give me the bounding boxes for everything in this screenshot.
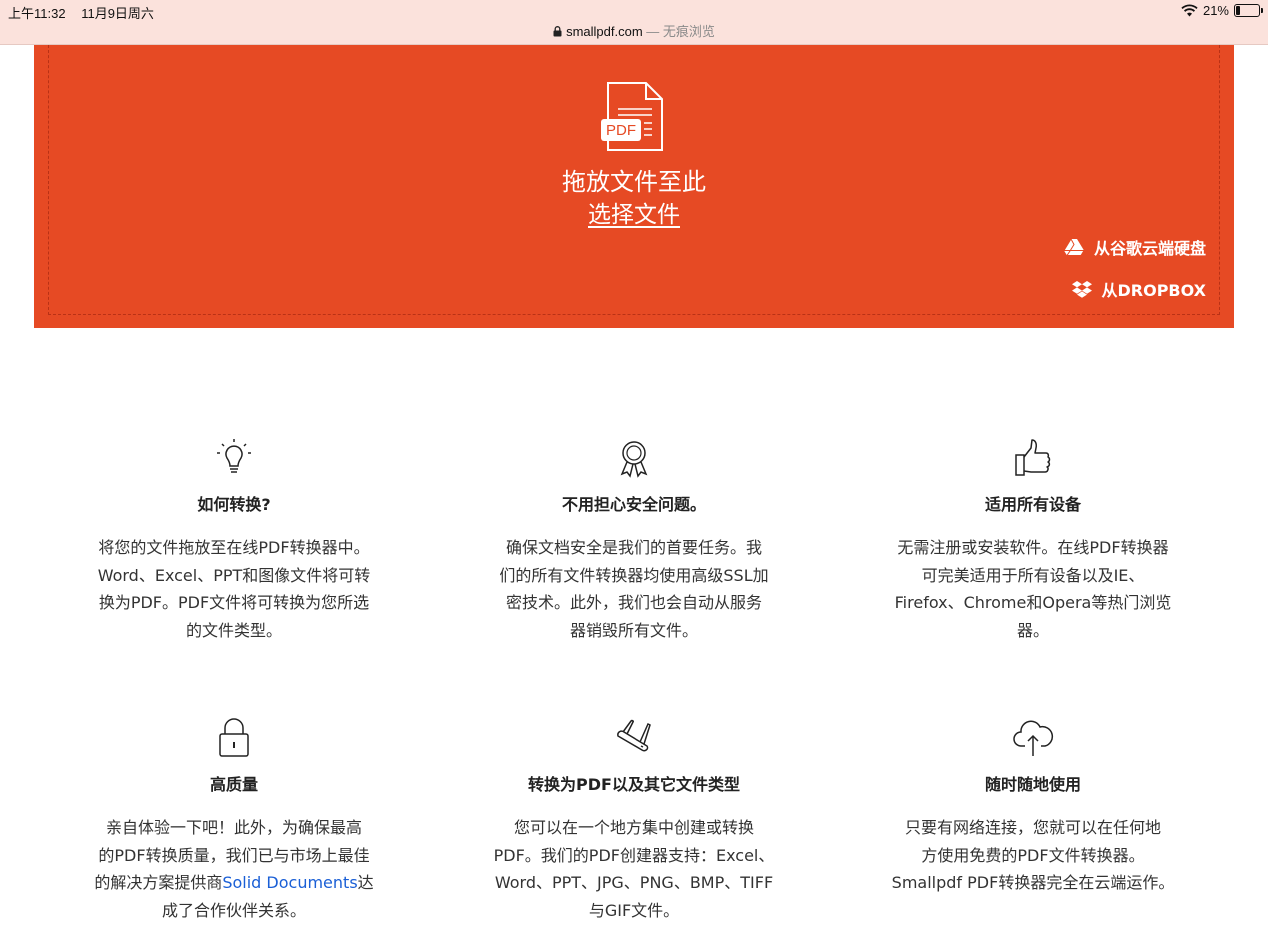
desc-line: PDF。我们的PDF创建器支持：Excel、 [493, 845, 775, 865]
svg-text:PDF: PDF [606, 122, 636, 139]
cloud-upload-icon [1013, 720, 1054, 756]
feature-description: 您可以在一个地方集中创建或转换 PDF。我们的PDF创建器支持：Excel、 W… [479, 814, 789, 924]
browser-top-bar: 上午11:32 11月9日周六 21% smallpdf.com — 无痕浏览 [0, 0, 1268, 45]
padlock-icon [219, 718, 249, 757]
feature-anywhere: 随时随地使用 只要有网络连接，您就可以在任何地 方使用免费的PDF文件转换器。 … [873, 716, 1193, 897]
status-bar-right: 21% [1181, 3, 1263, 18]
pdf-file-icon: PDF [601, 82, 663, 151]
status-bar-left: 上午11:32 11月9日周六 [8, 3, 166, 22]
desc-line: 的PDF转换质量，我们已与市场上最佳 [98, 845, 370, 865]
feature-convert-formats: 转换为PDF以及其它文件类型 您可以在一个地方集中创建或转换 PDF。我们的PD… [474, 716, 794, 924]
solid-documents-link[interactable]: Solid Documents [222, 873, 357, 892]
desc-line: 器销毁所有文件。 [569, 620, 698, 640]
url-domain: smallpdf.com [566, 24, 643, 39]
feature-description: 确保文档安全是我们的首要任务。我 们的所有文件转换器均使用高级SSL加 密技术。… [479, 534, 789, 644]
feature-security: 不用担心安全问题。 确保文档安全是我们的首要任务。我 们的所有文件转换器均使用高… [474, 436, 794, 644]
desc-line: Word、Excel、PPT和图像文件将可转 [97, 565, 371, 585]
battery-icon [1234, 4, 1263, 17]
desc-line: 无需注册或安装软件。在线PDF转换器 [897, 538, 1169, 557]
feature-title: 如何转换? [197, 495, 271, 514]
status-time: 上午11:32 [8, 6, 66, 21]
feature-description: 无需注册或安装软件。在线PDF转换器 可完美适用于所有设备以及IE、 Firef… [878, 534, 1188, 644]
desc-line: 您可以在一个地方集中创建或转换 [513, 818, 754, 837]
feature-high-quality: 高质量 亲自体验一下吧！此外，为确保最高 的PDF转换质量，我们已与市场上最佳 … [74, 716, 394, 924]
feature-title: 不用担心安全问题。 [561, 495, 706, 514]
desc-line: 只要有网络连接，您就可以在任何地 [904, 818, 1161, 837]
desc-line: 达 [357, 873, 374, 892]
feature-description: 将您的文件拖放至在线PDF转换器中。 Word、Excel、PPT和图像文件将可… [79, 534, 389, 644]
swiss-knife-icon [617, 719, 651, 752]
desc-line: 器。 [1016, 620, 1049, 640]
desc-line: 换为PDF。PDF文件将可转换为您所选 [98, 593, 370, 612]
desc-line: 方使用免费的PDF文件转换器。 [921, 845, 1145, 865]
desc-line: 们的所有文件转换器均使用高级SSL加 [499, 565, 769, 585]
status-date: 11月9日周六 [81, 6, 154, 21]
feature-description: 只要有网络连接，您就可以在任何地 方使用免费的PDF文件转换器。 Smallpd… [878, 814, 1188, 897]
desc-line: 亲自体验一下吧！此外，为确保最高 [105, 818, 362, 837]
desc-line: 可完美适用于所有设备以及IE、 [921, 565, 1145, 585]
url-separator: — [646, 24, 660, 39]
desc-line: 的文件类型。 [185, 620, 282, 640]
desc-line: 将您的文件拖放至在线PDF转换器中。 [98, 538, 370, 557]
lightbulb-icon [217, 439, 251, 473]
desc-line: Word、PPT、JPG、PNG、BMP、TIFF [494, 873, 774, 892]
feature-title: 适用所有设备 [984, 495, 1081, 514]
desc-line: Smallpdf PDF转换器完全在云端运作。 [891, 873, 1175, 892]
desc-line: 与GIF文件。 [588, 900, 680, 920]
feature-description: 亲自体验一下吧！此外，为确保最高 的PDF转换质量，我们已与市场上最佳 的解决方… [79, 814, 389, 924]
choose-file-link[interactable]: 选择文件 [588, 202, 680, 228]
thumbs-up-icon [1015, 439, 1051, 476]
google-drive-button[interactable]: 从谷歌云端硬盘 [1063, 235, 1206, 259]
desc-line: Firefox、Chrome和Opera等热门浏览 [894, 593, 1172, 612]
dropbox-button[interactable]: 从DROPBOX [1071, 277, 1207, 301]
google-drive-icon [1063, 238, 1084, 256]
dropbox-icon [1071, 281, 1092, 298]
battery-percent: 21% [1202, 3, 1229, 18]
feature-title: 随时随地使用 [984, 775, 1081, 794]
desc-line: 密技术。此外，我们也会自动从服务 [505, 593, 762, 612]
file-drop-zone[interactable]: PDF 拖放文件至此 选择文件 从谷歌云端硬盘 从DROPBOX [34, 45, 1234, 328]
google-drive-label: 从谷歌云端硬盘 [1093, 239, 1206, 258]
desc-line: 成了合作伙伴关系。 [161, 900, 306, 920]
url-bar[interactable]: smallpdf.com — 无痕浏览 [0, 21, 1268, 40]
award-icon [620, 441, 648, 478]
feature-title: 转换为PDF以及其它文件类型 [528, 775, 740, 794]
drop-files-text: 拖放文件至此 [562, 168, 706, 196]
feature-title: 高质量 [209, 775, 258, 794]
desc-line: 确保文档安全是我们的首要任务。我 [505, 538, 762, 557]
feature-all-devices: 适用所有设备 无需注册或安装软件。在线PDF转换器 可完美适用于所有设备以及IE… [873, 436, 1193, 644]
dropbox-label: 从DROPBOX [1101, 281, 1207, 300]
choose-file-wrapper: 选择文件 [34, 200, 1234, 230]
private-mode-label: 无痕浏览 [662, 24, 715, 39]
feature-how-to-convert: 如何转换? 将您的文件拖放至在线PDF转换器中。 Word、Excel、PPT和… [74, 436, 394, 644]
lock-icon [553, 26, 562, 37]
desc-line: 的解决方案提供商 [94, 873, 223, 892]
wifi-icon [1181, 4, 1198, 17]
